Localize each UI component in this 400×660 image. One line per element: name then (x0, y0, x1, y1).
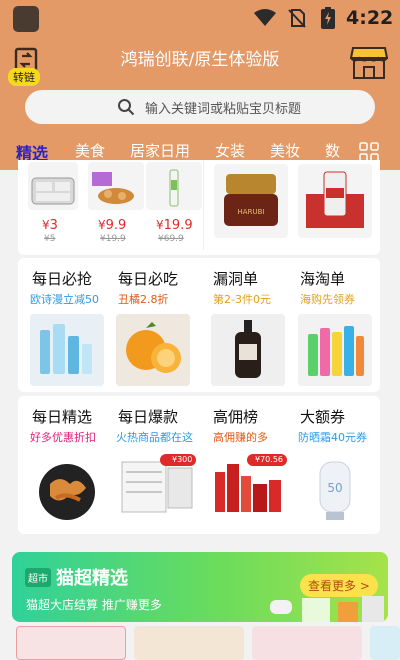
product-cream-image[interactable]: HARUBI (214, 164, 288, 238)
status-bar: 4:22 (0, 0, 400, 36)
app-notification-icon (13, 6, 39, 32)
grid-cell-daily-hot[interactable]: 每日爆款 火热商品都在这 ¥300 (108, 396, 208, 534)
cell-title: 每日必抢 (32, 270, 93, 288)
grid-cell-daily-grab[interactable]: 每日必抢 欧诗漫立减50 (18, 258, 108, 392)
cell-subtitle: 丑橘2.8折 (118, 293, 169, 306)
convert-badge: 转链 (8, 68, 40, 86)
status-time: 4:22 (346, 7, 394, 29)
divider (203, 160, 204, 250)
cell-image (298, 314, 372, 386)
tab-digital[interactable]: 数 (325, 140, 340, 161)
cell-title: 高佣榜 (213, 408, 259, 426)
cell-subtitle: 第2-3件0元 (213, 293, 271, 306)
product-image (146, 162, 202, 210)
cell-title: 每日必吃 (118, 270, 179, 288)
product-image (88, 162, 144, 210)
product-item[interactable] (252, 626, 362, 660)
product-item[interactable]: ¥9.9 ¥19.9 (88, 160, 144, 250)
app-title: 鸿瑞创联/原生体验版 (120, 50, 280, 70)
tab-home[interactable]: 居家日用 (130, 140, 190, 161)
battery-icon (321, 7, 335, 29)
tab-beauty[interactable]: 美妆 (270, 140, 300, 161)
product-item[interactable] (134, 626, 244, 660)
cell-subtitle: 防晒霜40元券 (298, 431, 367, 444)
shop-icon[interactable] (350, 44, 388, 80)
maochao-badge: 超市 (25, 568, 51, 587)
product-old-price: ¥19.9 (100, 234, 126, 244)
cell-title: 每日精选 (32, 408, 93, 426)
grid-cell-loophole[interactable]: 漏洞单 第2-3件0元 (203, 258, 293, 392)
cell-image (30, 454, 104, 526)
grid-cell-overseas[interactable]: 海淘单 海购先领券 (290, 258, 380, 392)
category-grid-icon[interactable] (359, 142, 379, 162)
product-price: ¥19.9 (156, 218, 193, 233)
grid-cell-daily-pick[interactable]: 每日精选 好多优惠折扣 (18, 396, 108, 534)
tab-women[interactable]: 女装 (215, 140, 245, 161)
search-placeholder: 输入关键词或粘贴宝贝标题 (145, 102, 302, 117)
cell-subtitle: 海购先领券 (300, 293, 355, 306)
top-products-card: ¥3 ¥5 ¥9.9 ¥19.9 ¥19.9 ¥69.9 HARUBI (18, 160, 380, 255)
wifi-icon (254, 9, 276, 26)
tab-food[interactable]: 美食 (75, 140, 105, 161)
svg-text:50: 50 (327, 481, 342, 495)
grid-cell-high-commission[interactable]: 高佣榜 高佣赚的多 ¥70.56 (203, 396, 293, 534)
maochao-subtitle: 猫超大店结算 推广赚更多 (26, 598, 162, 612)
maochao-title: 猫超精选 (56, 568, 128, 589)
cell-subtitle: 高佣赚的多 (213, 431, 268, 444)
cell-title: 大额券 (300, 408, 346, 426)
no-sim-icon (288, 9, 306, 28)
cell-subtitle: 火热商品都在这 (116, 431, 193, 444)
cell-title: 海淘单 (300, 270, 346, 288)
bottom-product-strip (0, 626, 400, 660)
search-icon (118, 99, 135, 116)
product-price: ¥3 (42, 218, 58, 233)
cell-title: 每日爆款 (118, 408, 179, 426)
grid-cell-big-coupon[interactable]: 大额券 防晒霜40元券 50 (290, 396, 380, 534)
product-image (28, 162, 78, 210)
product-item[interactable]: ¥19.9 ¥69.9 (146, 160, 202, 250)
cell-image (209, 454, 289, 524)
cell-title: 漏洞单 (213, 270, 259, 288)
header: 4:22 转链 鸿瑞创联/原生体验版 输入关键词或粘贴宝贝标题 精选 美食 居家… (0, 0, 400, 170)
product-beer-image[interactable] (298, 164, 372, 238)
product-item[interactable]: ¥3 ¥5 (28, 160, 78, 250)
price-tag: ¥70.56 (255, 455, 283, 464)
search-input[interactable]: 输入关键词或粘贴宝贝标题 (25, 90, 375, 124)
cell-image (116, 454, 198, 524)
svg-text:HARUBI: HARUBI (238, 208, 265, 216)
cell-image (30, 314, 104, 386)
product-item[interactable] (370, 626, 400, 660)
feature-grid-row2: 每日精选 好多优惠折扣 每日爆款 火热商品都在这 ¥300 高佣榜 高佣赚的多 (18, 396, 380, 534)
cell-image (211, 314, 285, 386)
maochao-decoration (270, 596, 384, 622)
product-price: ¥9.9 (98, 218, 127, 233)
product-item[interactable] (16, 626, 126, 660)
product-old-price: ¥69.9 (158, 234, 184, 244)
cell-image: 50 (298, 454, 372, 526)
cell-image (116, 314, 190, 386)
price-tag: ¥300 (172, 455, 193, 464)
cell-subtitle: 好多优惠折扣 (30, 431, 96, 444)
feature-grid-row1: 每日必抢 欧诗漫立减50 每日必吃 丑橘2.8折 漏洞单 第2-3件0元 海淘单… (18, 258, 380, 392)
cell-subtitle: 欧诗漫立减50 (30, 293, 99, 306)
product-old-price: ¥5 (44, 234, 56, 244)
maochao-banner[interactable]: 超市 猫超精选 猫超大店结算 推广赚更多 查看更多 > (12, 552, 388, 622)
grid-cell-daily-eat[interactable]: 每日必吃 丑橘2.8折 (108, 258, 198, 392)
